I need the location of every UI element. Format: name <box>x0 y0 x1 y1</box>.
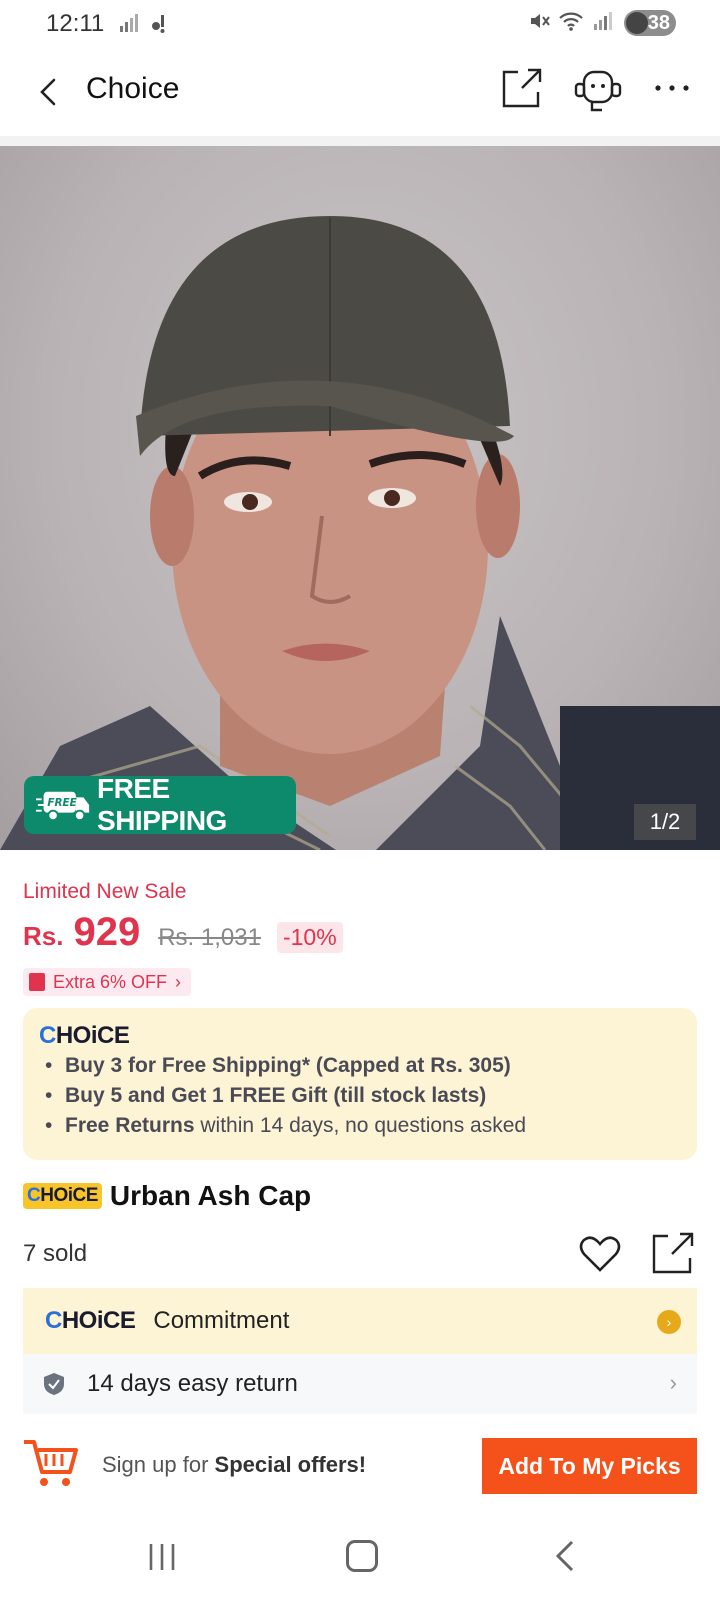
heart-icon[interactable] <box>578 1234 622 1274</box>
free-shipping-badge: FREE FREE SHIPPING <box>24 773 296 836</box>
product-title-row: CHOiCE Urban Ash Cap <box>23 1180 311 1212</box>
signal-icon <box>594 12 613 30</box>
return-policy-text: 14 days easy return <box>87 1370 298 1397</box>
image-counter: 1/2 <box>634 804 696 840</box>
coupon-icon <box>29 973 45 991</box>
choice-commitment-bar[interactable]: CHOiCE Commitment › <box>23 1288 697 1354</box>
status-bar: 12:11 38 <box>0 0 720 48</box>
nav-divider <box>0 136 720 146</box>
signup-promo[interactable]: Sign up for Special offers! <box>102 1452 366 1478</box>
benefit-item: • Free Returns within 14 days, no questio… <box>45 1114 527 1137</box>
battery-saver-icon <box>626 12 648 34</box>
share-icon[interactable] <box>652 1232 694 1274</box>
notification-icon <box>152 15 165 33</box>
product-image[interactable]: FREE FREE SHIPPING 1/2 <box>0 146 720 850</box>
choice-logo: CHOiCE <box>39 1022 130 1049</box>
add-to-picks-button[interactable]: Add To My Picks <box>482 1438 697 1494</box>
choice-benefits-card: CHOiCE • Buy 3 for Free Shipping* (Capped… <box>23 1008 697 1160</box>
easy-return-row[interactable]: 14 days easy return › <box>23 1354 697 1414</box>
home-icon[interactable] <box>346 1540 378 1572</box>
choice-tag: CHOiCE <box>23 1183 102 1209</box>
free-shipping-text: FREE SHIPPING <box>97 773 227 836</box>
benefit-item: • Buy 5 and Get 1 FREE Gift (till stock l… <box>45 1084 487 1107</box>
wifi-icon <box>559 12 583 31</box>
signal-icon <box>120 14 138 32</box>
share-icon[interactable] <box>500 66 544 110</box>
page-title: Choice <box>86 72 180 105</box>
price-currency: Rs. <box>23 921 64 951</box>
system-back-icon[interactable] <box>550 1538 582 1574</box>
more-icon[interactable] <box>650 66 694 110</box>
shield-icon <box>44 1373 64 1395</box>
chevron-right-icon: › <box>657 1310 681 1334</box>
battery-indicator: 38 <box>624 10 676 36</box>
system-nav-bar <box>0 1512 720 1600</box>
extra-offer-chip[interactable]: Extra 6% OFF › <box>23 968 192 996</box>
back-icon[interactable] <box>28 68 68 116</box>
commitment-label: Commitment <box>153 1307 290 1334</box>
mute-icon <box>531 14 550 28</box>
status-notification-icons <box>118 12 171 39</box>
original-price: Rs. 1,031 <box>158 924 261 951</box>
status-time: 12:11 <box>46 10 105 37</box>
cart-icon[interactable] <box>22 1436 78 1490</box>
product-photo <box>0 216 720 850</box>
chevron-right-icon: › <box>175 971 182 992</box>
truck-label: FREE <box>47 797 76 809</box>
current-price: 929 <box>73 910 141 954</box>
price-row: Rs. 929 Rs. 1,031 -10% <box>23 910 343 960</box>
top-nav: Choice <box>0 56 720 136</box>
benefit-item: • Buy 3 for Free Shipping* (Capped at Rs.… <box>45 1054 511 1077</box>
sold-count: 7 sold <box>23 1240 88 1267</box>
extra-offer-label: Extra 6% OFF <box>53 971 168 992</box>
discount-badge: -10% <box>276 922 343 953</box>
sale-label: Limited New Sale <box>23 880 187 903</box>
truck-icon: FREE <box>36 791 90 822</box>
chevron-right-icon: › <box>669 1370 677 1395</box>
product-title: Urban Ash Cap <box>109 1180 312 1211</box>
support-icon[interactable] <box>572 66 624 114</box>
choice-logo: CHOiCE <box>45 1307 136 1334</box>
bottom-action-bar: Sign up for Special offers! Add To My Pi… <box>0 1414 720 1512</box>
battery-level: 38 <box>647 11 670 34</box>
recent-apps-icon[interactable] <box>146 1542 178 1572</box>
status-system-icons <box>528 10 614 37</box>
